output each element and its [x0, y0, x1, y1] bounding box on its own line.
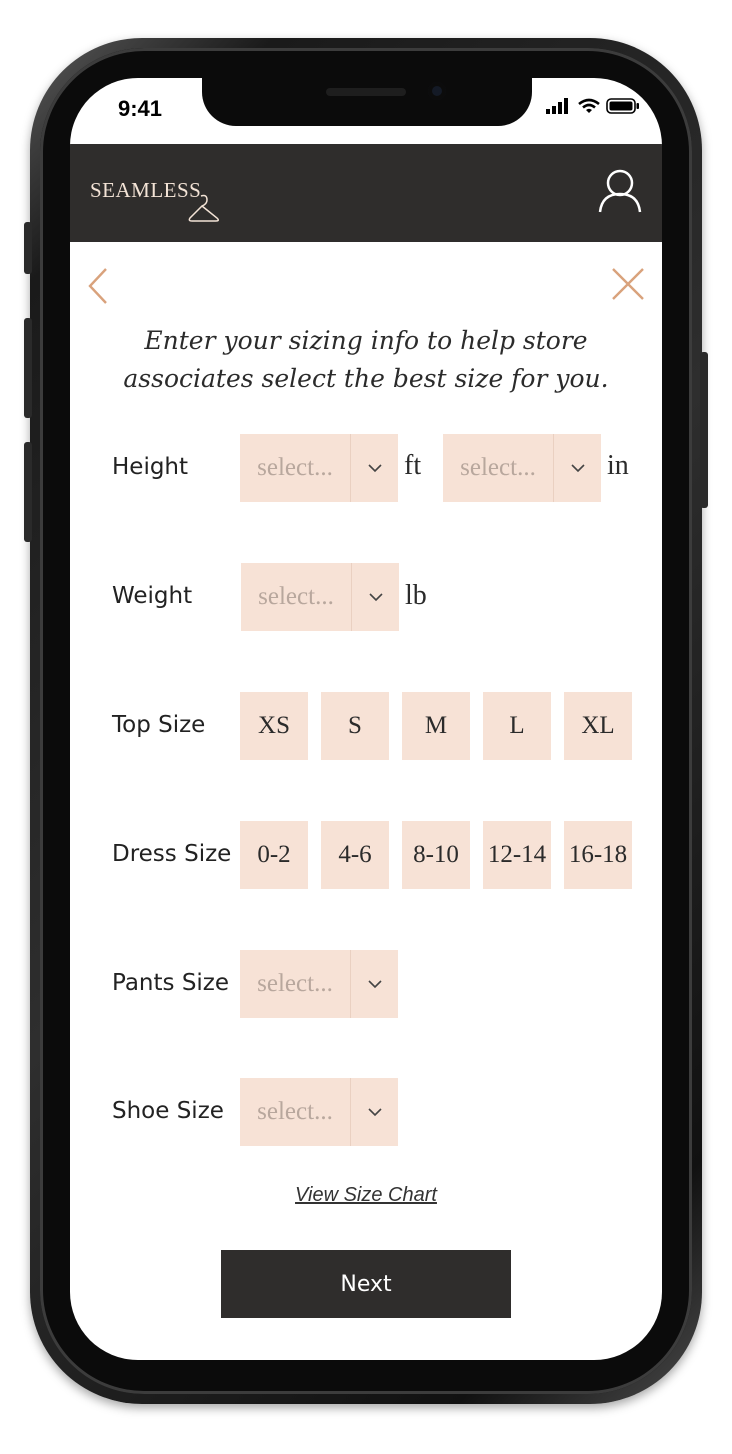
next-button[interactable]: Next	[221, 1250, 511, 1318]
select-placeholder: select...	[258, 583, 334, 610]
volume-down-button	[24, 442, 32, 542]
notch	[202, 78, 532, 126]
hanger-icon	[188, 194, 220, 222]
back-chevron-icon[interactable]	[86, 266, 110, 306]
top-size-option[interactable]: M	[402, 692, 470, 760]
power-button	[700, 352, 708, 508]
weight-label: Weight	[112, 583, 193, 609]
wifi-icon	[578, 98, 600, 113]
user-icon[interactable]	[598, 168, 642, 214]
feet-unit: ft	[404, 450, 422, 481]
height-feet-select[interactable]: select...	[240, 434, 398, 502]
pants-size-label: Pants Size	[112, 970, 230, 996]
intro-text: Enter your sizing info to help store ass…	[123, 326, 609, 393]
chevron-down-icon	[351, 1078, 398, 1146]
front-camera	[428, 82, 446, 100]
volume-up-button	[24, 318, 32, 418]
close-icon[interactable]	[610, 266, 646, 302]
dress-size-option[interactable]: 12-14	[483, 821, 551, 889]
top-size-option[interactable]: XL	[564, 692, 632, 760]
battery-icon	[606, 98, 639, 114]
shoe-size-label: Shoe Size	[112, 1098, 224, 1124]
top-size-option[interactable]: S	[321, 692, 389, 760]
chevron-down-icon	[351, 434, 398, 502]
seamless-logo: SEAMLESS	[90, 178, 202, 202]
dress-size-option[interactable]: 8-10	[402, 821, 470, 889]
phone-screen: 9:41 SEAMLESS Enter your sizing info to …	[70, 78, 662, 1360]
chevron-down-icon	[351, 950, 398, 1018]
dress-size-option[interactable]: 4-6	[321, 821, 389, 889]
status-time: 9:41	[118, 96, 163, 121]
dress-size-option[interactable]: 16-18	[564, 821, 632, 889]
chevron-down-icon	[554, 434, 601, 502]
height-inches-select[interactable]: select...	[443, 434, 601, 502]
select-placeholder: select...	[257, 454, 333, 481]
select-placeholder: select...	[257, 970, 333, 997]
app-header: SEAMLESS	[70, 144, 662, 242]
shoe-size-select[interactable]: select...	[240, 1078, 398, 1146]
height-label: Height	[112, 454, 189, 480]
pants-size-select[interactable]: select...	[240, 950, 398, 1018]
weight-select[interactable]: select...	[241, 563, 399, 631]
dress-size-label: Dress Size	[112, 841, 232, 867]
select-placeholder: select...	[257, 1098, 333, 1125]
mute-switch	[24, 222, 32, 274]
select-placeholder: select...	[460, 454, 536, 481]
view-size-chart-link[interactable]: View Size Chart	[70, 1184, 662, 1207]
top-size-label: Top Size	[112, 712, 206, 738]
chevron-down-icon	[352, 563, 399, 631]
status-icons	[546, 98, 640, 114]
top-size-option[interactable]: L	[483, 692, 551, 760]
top-size-option[interactable]: XS	[240, 692, 308, 760]
dress-size-option[interactable]: 0-2	[240, 821, 308, 889]
signal-icon	[546, 98, 568, 114]
speaker-grille	[326, 88, 406, 96]
inches-unit: in	[607, 450, 629, 481]
weight-unit: lb	[405, 580, 427, 611]
